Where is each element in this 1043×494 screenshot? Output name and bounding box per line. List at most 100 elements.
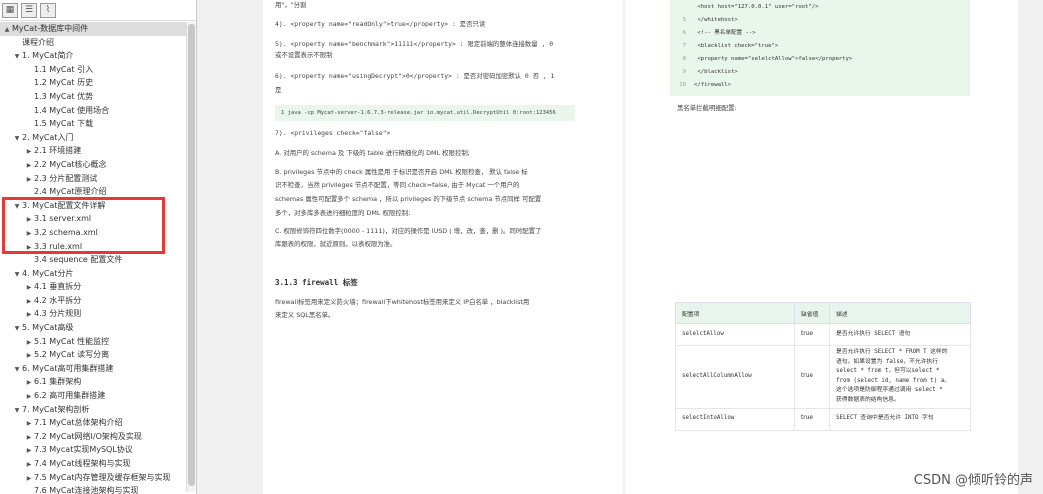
tree-node-label: 3.4 sequence 配置文件 bbox=[34, 255, 123, 265]
tree-node[interactable]: ▶ 2.3 分片配置测试 bbox=[0, 172, 186, 186]
table-row: selelctAllow true 是否允许执行 SELECT 语句 bbox=[675, 323, 971, 346]
tree-node-label: 7.3 Mycat实现MySQL协议 bbox=[34, 445, 133, 455]
tree-node-label: 5. MyCat高级 bbox=[22, 323, 74, 333]
sidebar-toolbar: ▦ ☰ ⌇ bbox=[0, 0, 196, 21]
description-line: 是否允许执行 SELECT * FROM T 这样的 bbox=[836, 349, 948, 355]
tree-node-label: 2.2 MyCat核心概念 bbox=[34, 159, 107, 169]
table-cell: true bbox=[794, 407, 830, 431]
tree-node-label: 7.4 MyCat线程架构与实现 bbox=[34, 459, 131, 468]
chevron-icon[interactable]: ▶ bbox=[24, 431, 34, 444]
tree-node-label: 2.1 环境搭建 bbox=[34, 146, 82, 156]
tree-node[interactable]: ▶ 7.4 MyCat线程架构与实现 bbox=[0, 457, 186, 471]
tree-node-label: 6. MyCat高可用集群搭建 bbox=[22, 363, 114, 373]
text-line: C. 权限修饰符四位数字(0000 - 1111)，对应的操作是 IUSD ( … bbox=[275, 227, 542, 235]
tree-node[interactable]: 3.4 sequence 配置文件 bbox=[0, 253, 186, 267]
tree-node[interactable]: ▼ 1. MyCat简介 bbox=[0, 49, 186, 63]
tree-node[interactable]: ▼ 7. MyCat架构剖析 bbox=[0, 403, 186, 417]
outline-icon[interactable]: ▦ bbox=[2, 2, 18, 18]
list-icon[interactable]: ☰ bbox=[21, 2, 37, 18]
code-line: 10 </firewall> bbox=[670, 79, 970, 92]
attachment-icon[interactable]: ⌇ bbox=[40, 2, 56, 18]
tree-node[interactable]: ▼ 5. MyCat高级 bbox=[0, 321, 186, 335]
tree-node[interactable]: ▲ MyCat-数据库中间件 bbox=[0, 22, 186, 36]
tree-node[interactable]: ▼ 6. MyCat高可用集群搭建 bbox=[0, 362, 186, 376]
tree-node[interactable]: ▼ 2. MyCat入门 bbox=[0, 131, 186, 145]
tree-node[interactable]: ▼ 4. MyCat分片 bbox=[0, 267, 186, 281]
chevron-icon[interactable]: ▶ bbox=[24, 390, 34, 403]
chevron-icon[interactable]: ▶ bbox=[24, 458, 34, 471]
chevron-icon[interactable]: ▶ bbox=[24, 159, 34, 172]
chevron-icon[interactable]: ▼ bbox=[12, 50, 22, 63]
tree-node-label: 2. MyCat入门 bbox=[22, 132, 74, 142]
text-line: 或不设置表示不限制 bbox=[275, 51, 333, 59]
tree-node[interactable]: ▶ 7.1 MyCat总体架构介绍 bbox=[0, 416, 186, 430]
code-text: </whitehost> bbox=[694, 17, 738, 23]
config-table: 配置项 缺省值 描述 selelctAllow true 是否允许执行 SELECT 语… bbox=[675, 302, 971, 431]
line-number: 10 bbox=[679, 82, 686, 88]
tree-node-label: 1.2 MyCat 历史 bbox=[34, 78, 94, 88]
text-line: 5). <property name="benchmark">11111</pr… bbox=[275, 40, 554, 48]
tree-node[interactable]: ▶ 5.2 MyCat 读写分离 bbox=[0, 348, 186, 362]
chevron-icon[interactable]: ▼ bbox=[12, 404, 22, 417]
chevron-icon[interactable]: ▶ bbox=[24, 281, 34, 294]
tree-node-label: 4.2 水平拆分 bbox=[34, 295, 82, 305]
tree-node[interactable]: 1.2 MyCat 历史 bbox=[0, 76, 186, 90]
tree-node[interactable]: ▶ 5.1 MyCat 性能监控 bbox=[0, 335, 186, 349]
description-line: select * from t，但可以select * bbox=[836, 368, 940, 375]
tree-node[interactable]: ▶ 6.2 高可用集群搭建 bbox=[0, 389, 186, 403]
tree-node[interactable]: 7.6 MyCat连接池架构与实现 bbox=[0, 484, 186, 494]
chevron-icon[interactable]: ▶ bbox=[24, 145, 34, 158]
chevron-icon[interactable]: ▶ bbox=[24, 336, 34, 349]
text-line: firewall标签用来定义防火墙；firewall下whitehost标签用来… bbox=[275, 298, 530, 306]
text-line: B. privileges 节点中的 check 属性是用 于标识是否开启 DM… bbox=[275, 168, 528, 176]
tree-node[interactable]: ▶ 4.1 垂直拆分 bbox=[0, 280, 186, 294]
scrollbar-thumb[interactable] bbox=[188, 24, 195, 486]
chevron-icon[interactable]: ▶ bbox=[24, 472, 34, 485]
chevron-icon[interactable]: ▶ bbox=[24, 308, 34, 321]
tree-node[interactable]: 1.1 MyCat 引入 bbox=[0, 63, 186, 77]
chevron-icon[interactable]: ▶ bbox=[24, 444, 34, 457]
tree-node[interactable]: ▶ 4.2 水平拆分 bbox=[0, 294, 186, 308]
tree-node-label: 2.3 分片配置测试 bbox=[34, 173, 98, 183]
code-text: <host host="127.0.0.1" user="root"/> bbox=[694, 4, 819, 10]
description-line: SELECT 查询中是否允许 INTO 字句 bbox=[836, 415, 934, 422]
line-number: 7 bbox=[682, 43, 686, 49]
outline-tree: ▲ MyCat-数据库中间件 课程介绍 ▼ 1. MyCat简介 1.1 MyCat 引入… bbox=[0, 22, 186, 494]
chevron-icon[interactable]: ▲ bbox=[2, 23, 12, 36]
tree-node[interactable]: ▶ 7.3 Mycat实现MySQL协议 bbox=[0, 443, 186, 457]
chevron-icon[interactable]: ▼ bbox=[12, 363, 22, 376]
table-cell: selelctAllow bbox=[675, 323, 795, 346]
table-cell: true bbox=[794, 323, 830, 346]
tree-node[interactable]: 1.4 MyCat 使用场合 bbox=[0, 104, 186, 118]
chevron-icon[interactable]: ▶ bbox=[24, 295, 34, 308]
tree-node-label: 1.1 MyCat 引入 bbox=[34, 64, 94, 74]
description-line: 获得数据表的结构信息。 bbox=[836, 396, 900, 403]
chevron-icon[interactable]: ▼ bbox=[12, 268, 22, 281]
tree-node[interactable]: ▶ 7.2 MyCat网络I/O架构及实现 bbox=[0, 430, 186, 444]
tree-node[interactable]: ▶ 6.1 集群架构 bbox=[0, 375, 186, 389]
code-line: 8 <property name="selelctAllow">false</p… bbox=[670, 53, 970, 66]
chevron-icon[interactable]: ▼ bbox=[12, 132, 22, 145]
code-line: 7 <blacklist check="true"> bbox=[670, 40, 970, 53]
tree-node[interactable]: 1.3 MyCat 优势 bbox=[0, 90, 186, 104]
tree-node-label: 2.4 MyCat原理介绍 bbox=[34, 187, 107, 197]
chevron-icon[interactable]: ▶ bbox=[24, 376, 34, 389]
tree-node[interactable]: 课程介绍 bbox=[0, 36, 186, 50]
chevron-icon[interactable]: ▼ bbox=[12, 322, 22, 335]
chevron-icon[interactable]: ▶ bbox=[24, 417, 34, 430]
code-line: 5 </whitehost> bbox=[670, 14, 970, 27]
table-cell: selectIntoAllow bbox=[675, 407, 795, 431]
tree-node[interactable]: ▶ 4.3 分片规则 bbox=[0, 307, 186, 321]
tree-node[interactable]: ▶ 2.1 环境搭建 bbox=[0, 144, 186, 158]
sidebar-scrollbar[interactable] bbox=[186, 22, 196, 492]
table-cell: SELECT 查询中是否允许 INTO 字句 bbox=[829, 407, 971, 431]
chevron-icon[interactable]: ▶ bbox=[24, 349, 34, 362]
tree-node[interactable]: ▶ 2.2 MyCat核心概念 bbox=[0, 158, 186, 172]
text-line: 库跟表的权限，就近原则。以表权限为准。 bbox=[275, 240, 397, 248]
tree-node[interactable]: ▶ 7.5 MyCat内存管理及缓存框架与实现 bbox=[0, 471, 186, 485]
text-line: 是 bbox=[275, 86, 282, 94]
watermark: CSDN @倾听铃的声 bbox=[913, 473, 1033, 488]
chevron-icon[interactable]: ▶ bbox=[24, 173, 34, 186]
tree-node[interactable]: 1.5 MyCat 下载 bbox=[0, 117, 186, 131]
code-text: <property name="selelctAllow">false</pro… bbox=[694, 56, 853, 62]
